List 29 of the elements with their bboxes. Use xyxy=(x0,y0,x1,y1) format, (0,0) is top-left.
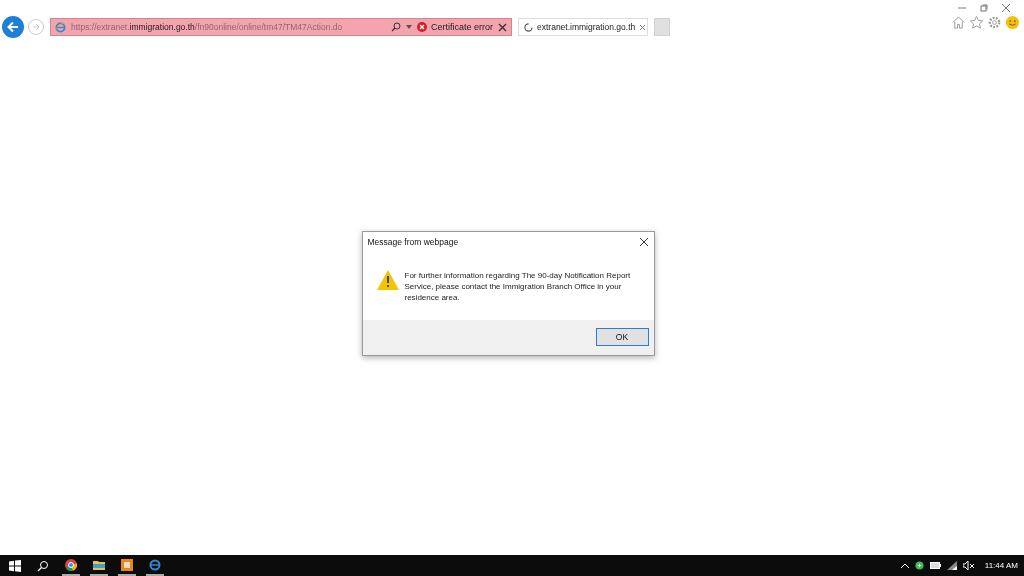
tab-title: extranet.immigration.go.th xyxy=(537,22,636,32)
muted-speaker-icon[interactable] xyxy=(962,561,975,570)
close-icon[interactable] xyxy=(498,22,507,32)
error-icon xyxy=(417,22,427,32)
arrow-left-icon xyxy=(7,21,19,33)
close-icon[interactable] xyxy=(639,238,648,246)
ok-button[interactable]: OK xyxy=(595,328,649,346)
loading-spinner-icon xyxy=(524,22,533,32)
dropdown-caret-icon[interactable] xyxy=(406,25,412,29)
dialog-title: Message from webpage xyxy=(367,237,459,247)
star-icon[interactable] xyxy=(969,15,984,30)
shield-icon[interactable] xyxy=(914,561,924,570)
dialog-message: For further information regarding The 90-day Notification Report Service, please contact the Immigration Branch Office in your residence area. xyxy=(404,270,632,303)
chevron-up-icon[interactable] xyxy=(900,563,909,568)
back-button[interactable] xyxy=(2,16,24,38)
smiley-icon[interactable] xyxy=(1005,15,1020,30)
url-text: https://extranet.immigration.go.th/fn90online/online/tm47/TM47Action.do xyxy=(71,22,344,32)
certificate-error-button[interactable]: Certificate error xyxy=(417,22,493,32)
clock-text[interactable]: 11:44 AM xyxy=(984,561,1018,570)
battery-icon[interactable] xyxy=(929,562,941,569)
warning-icon xyxy=(376,270,399,290)
search-icon[interactable] xyxy=(391,22,401,32)
arrow-right-icon xyxy=(32,23,40,31)
restore-icon[interactable] xyxy=(980,4,988,12)
settings-icon[interactable] xyxy=(987,15,1002,30)
browser-logo-icon xyxy=(55,21,66,33)
address-bar[interactable]: https://extranet.immigration.go.th/fn90online/online/tm47/TM47Action.do Certificate error xyxy=(50,18,512,36)
browser-tab[interactable]: extranet.immigration.go.th xyxy=(518,18,648,36)
wifi-icon[interactable] xyxy=(946,561,957,570)
